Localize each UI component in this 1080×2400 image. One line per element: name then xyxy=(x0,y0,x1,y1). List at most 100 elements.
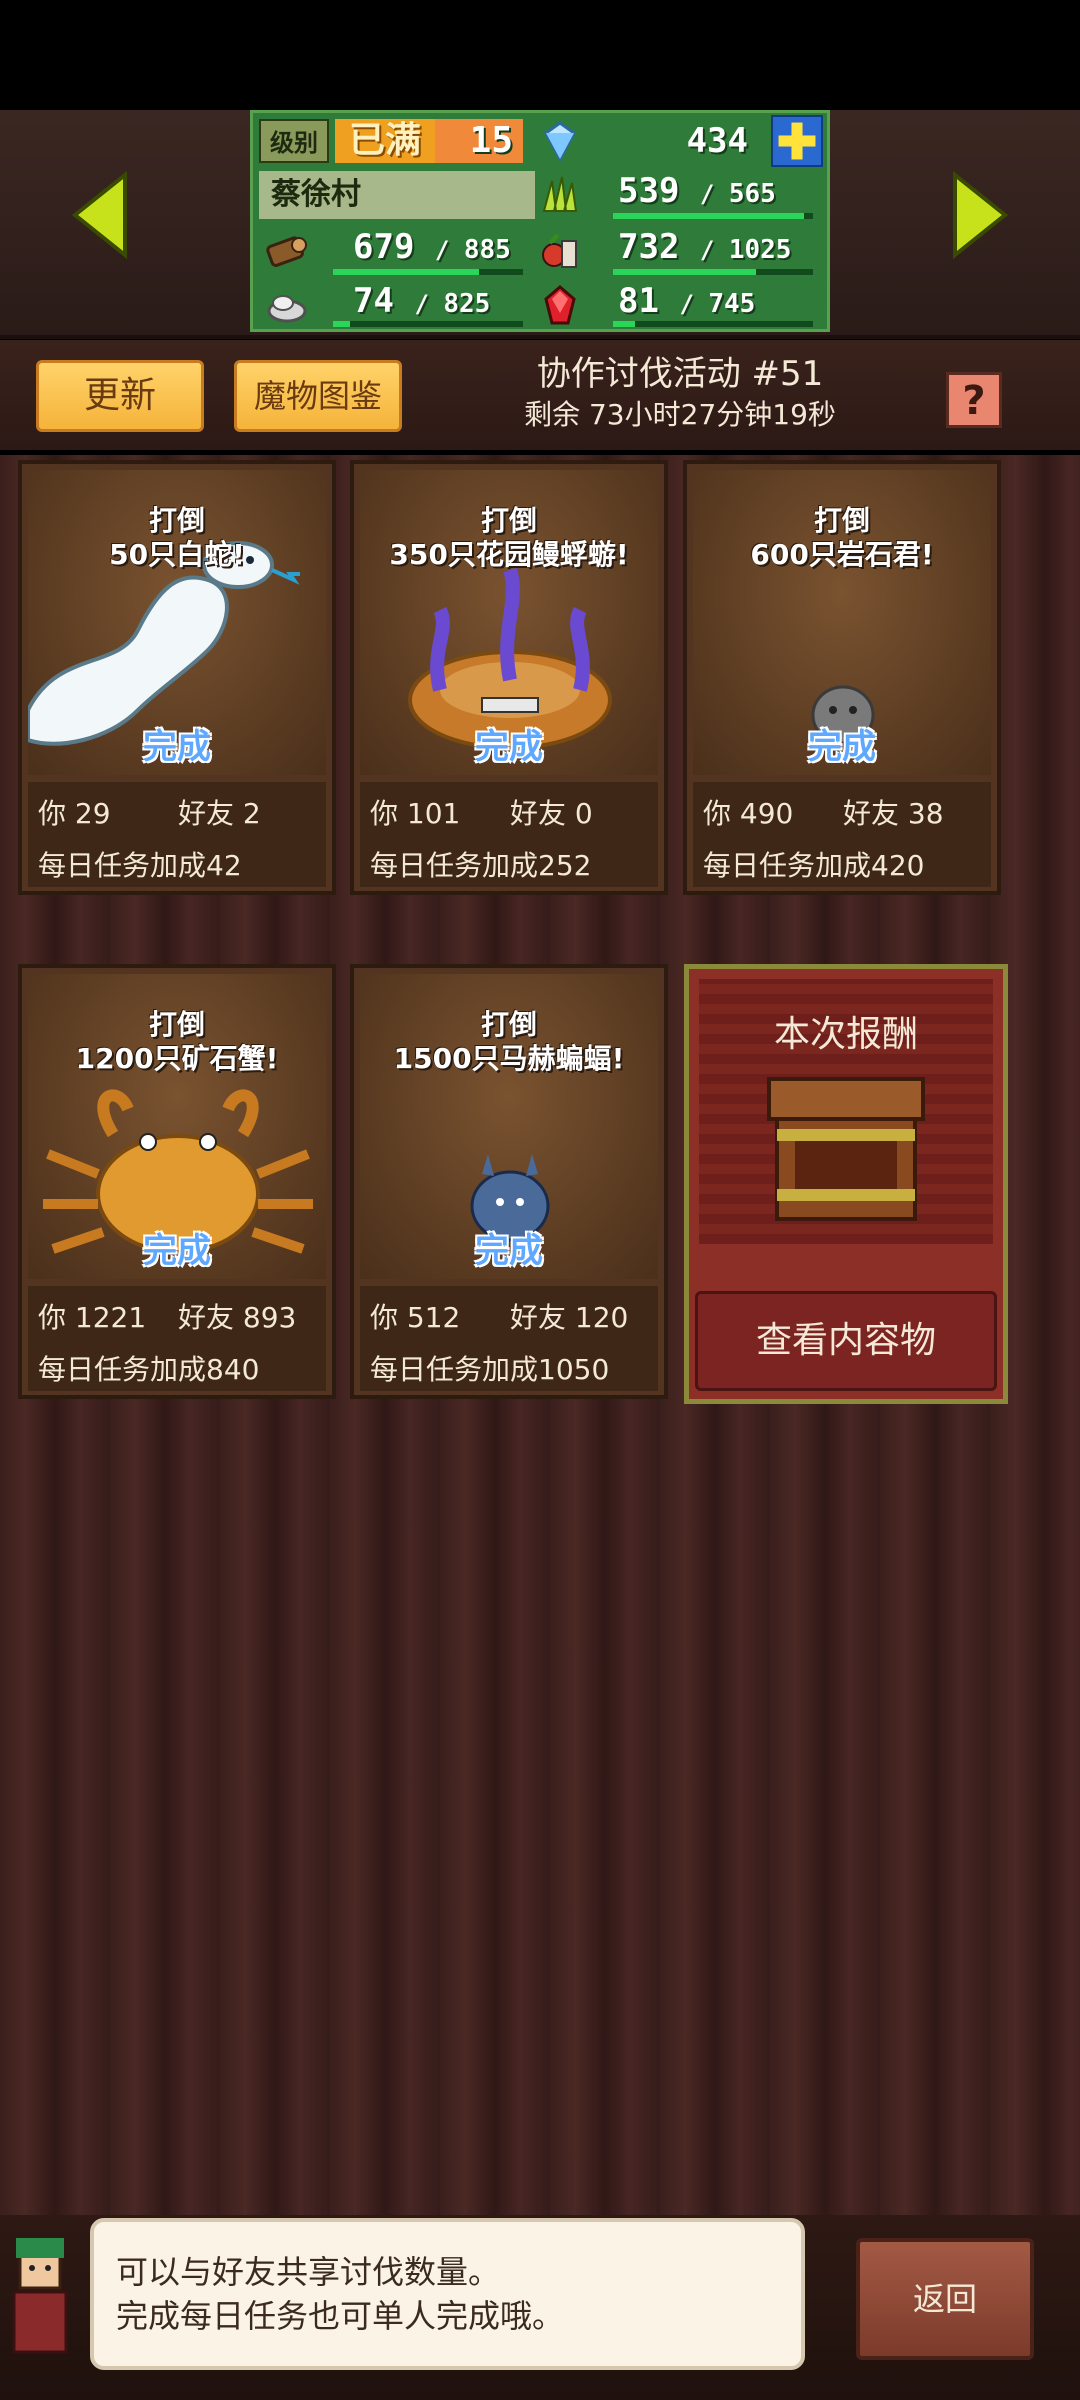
you-count: 490 xyxy=(739,797,794,830)
daily-bonus-label: 每日任务加成 xyxy=(38,849,207,882)
quest-target: 350只花园鳗蜉蝣! xyxy=(389,538,629,571)
add-gems-button[interactable] xyxy=(771,115,823,167)
complete-badge: 完成 xyxy=(808,727,876,767)
refresh-button[interactable]: 更新 xyxy=(36,360,204,432)
level-status: 已满 xyxy=(335,119,435,163)
friend-count: 120 xyxy=(574,1301,629,1334)
quest-stats: 你 490 好友 38 每日任务加成420 xyxy=(693,782,991,887)
view-contents-button[interactable]: 查看内容物 xyxy=(695,1291,997,1391)
quest-stats: 你 29 好友 2 每日任务加成42 xyxy=(28,782,326,887)
quest-target: 600只岩石君! xyxy=(750,538,934,571)
quest-card-3[interactable]: 打倒 600只岩石君! 完成 你 490 好友 38 每日任务加成420 xyxy=(683,460,1001,895)
daily-bonus-label: 每日任务加成 xyxy=(38,1353,207,1386)
friend-label: 好友 xyxy=(178,797,235,830)
grass-fill xyxy=(613,213,804,219)
quest-verb: 打倒 xyxy=(480,504,537,537)
food-current: 732 xyxy=(618,227,680,267)
hint-line-1: 可以与好友共享讨伐数量。 xyxy=(116,2253,501,2291)
plus-icon xyxy=(778,122,816,160)
wood-current: 679 xyxy=(353,227,415,267)
wood-fill xyxy=(333,269,479,275)
wood-icon xyxy=(265,229,309,273)
hint-line-2: 完成每日任务也可单人完成哦。 xyxy=(116,2297,565,2335)
treasure-chest-icon xyxy=(767,1077,925,1221)
you-count: 1221 xyxy=(74,1301,147,1334)
friend-count: 38 xyxy=(907,797,944,830)
friend-label: 好友 xyxy=(510,1301,567,1334)
friend-label: 好友 xyxy=(843,797,900,830)
food-fill xyxy=(613,269,756,275)
complete-badge: 完成 xyxy=(143,1231,211,1271)
arrow-left-icon xyxy=(71,170,127,260)
quest-verb: 打倒 xyxy=(480,1008,537,1041)
wood-max: 885 xyxy=(463,235,511,265)
you-count: 101 xyxy=(406,797,461,830)
reward-card: 本次报酬 查看内容物 xyxy=(684,964,1008,1404)
hint-dialog: 可以与好友共享讨伐数量。 完成每日任务也可单人完成哦。 xyxy=(90,2218,805,2370)
friend-label: 好友 xyxy=(178,1301,235,1334)
complete-badge: 完成 xyxy=(475,727,543,767)
quest-card-4[interactable]: 打倒 1200只矿石蟹! 完成 你 1221 好友 893 每日任务加成840 xyxy=(18,964,336,1399)
friend-label: 好友 xyxy=(510,797,567,830)
quest-verb: 打倒 xyxy=(148,1008,205,1041)
quest-card-2[interactable]: 打倒 350只花园鳗蜉蝣! 完成 你 101 好友 0 每日任务加成252 xyxy=(350,460,668,895)
gem-count: 434 xyxy=(686,121,748,161)
friend-count: 2 xyxy=(242,797,261,830)
stone-fill xyxy=(333,321,350,327)
help-button[interactable]: ? xyxy=(946,372,1002,428)
time-remaining: 剩余 73小时27分钟19秒 xyxy=(524,398,836,431)
complete-badge: 完成 xyxy=(475,1231,543,1271)
event-title: 协作讨伐活动 #51 xyxy=(536,354,824,394)
quest-stats: 你 1221 好友 893 每日任务加成840 xyxy=(28,1286,326,1391)
town-name: 蔡徐村 xyxy=(259,171,535,219)
grass-current: 539 xyxy=(618,171,680,211)
event-header: 协作讨伐活动 #51 剩余 73小时27分钟19秒 xyxy=(480,352,880,434)
prev-arrow-button[interactable] xyxy=(70,170,130,260)
quest-verb: 打倒 xyxy=(148,504,205,537)
daily-bonus-label: 每日任务加成 xyxy=(370,1353,539,1386)
next-arrow-button[interactable] xyxy=(950,170,1010,260)
daily-bonus-value: 42 xyxy=(206,849,242,882)
level-label: 级别 xyxy=(259,119,329,163)
you-label: 你 xyxy=(370,797,399,830)
friend-count: 0 xyxy=(574,797,593,830)
resource-panel: 级别 已满 15 434 蔡徐村 539 / 565 679 / 885 732… xyxy=(250,110,830,332)
ruby-fill xyxy=(613,321,635,327)
reward-art: 本次报酬 xyxy=(699,979,993,1244)
quest-card-5[interactable]: 打倒 1500只马赫蝙蝠! 完成 你 512 好友 120 每日任务加成1050 xyxy=(350,964,668,1399)
grass-max: 565 xyxy=(728,179,776,209)
stone-icon xyxy=(265,283,309,327)
you-count: 29 xyxy=(74,797,111,830)
ruby-icon xyxy=(538,283,582,327)
daily-bonus-value: 840 xyxy=(206,1353,260,1386)
bestiary-button[interactable]: 魔物图鉴 xyxy=(234,360,402,432)
ruby-max: 745 xyxy=(708,289,756,319)
daily-bonus-label: 每日任务加成 xyxy=(370,849,539,882)
guide-avatar xyxy=(0,2228,80,2378)
quest-target: 1200只矿石蟹! xyxy=(75,1042,279,1075)
you-count: 512 xyxy=(406,1301,461,1334)
quest-stats: 你 101 好友 0 每日任务加成252 xyxy=(360,782,658,887)
daily-bonus-value: 1050 xyxy=(538,1353,610,1386)
daily-bonus-value: 420 xyxy=(871,849,925,882)
ruby-current: 81 xyxy=(618,281,659,321)
quest-stats: 你 512 好友 120 每日任务加成1050 xyxy=(360,1286,658,1391)
level-value: 15 xyxy=(435,119,523,163)
app-root: 级别 已满 15 434 蔡徐村 539 / 565 679 / 885 732… xyxy=(0,0,1080,2400)
quest-verb: 打倒 xyxy=(813,504,870,537)
food-icon xyxy=(538,229,582,273)
quest-card-1[interactable]: 打倒 50只白蛇! 完成 你 29 好友 2 每日任务加成42 xyxy=(18,460,336,895)
back-button[interactable]: 返回 xyxy=(856,2238,1034,2360)
diamond-icon xyxy=(538,119,582,163)
arrow-right-icon xyxy=(953,170,1009,260)
daily-bonus-label: 每日任务加成 xyxy=(703,849,872,882)
stone-max: 825 xyxy=(443,289,491,319)
grass-icon xyxy=(538,173,582,217)
daily-bonus-value: 252 xyxy=(538,849,592,882)
you-label: 你 xyxy=(703,797,732,830)
stone-current: 74 xyxy=(353,281,394,321)
quest-target: 1500只马赫蝙蝠! xyxy=(393,1042,625,1075)
status-bar xyxy=(0,0,1080,110)
friend-count: 893 xyxy=(242,1301,297,1334)
you-label: 你 xyxy=(370,1301,399,1334)
